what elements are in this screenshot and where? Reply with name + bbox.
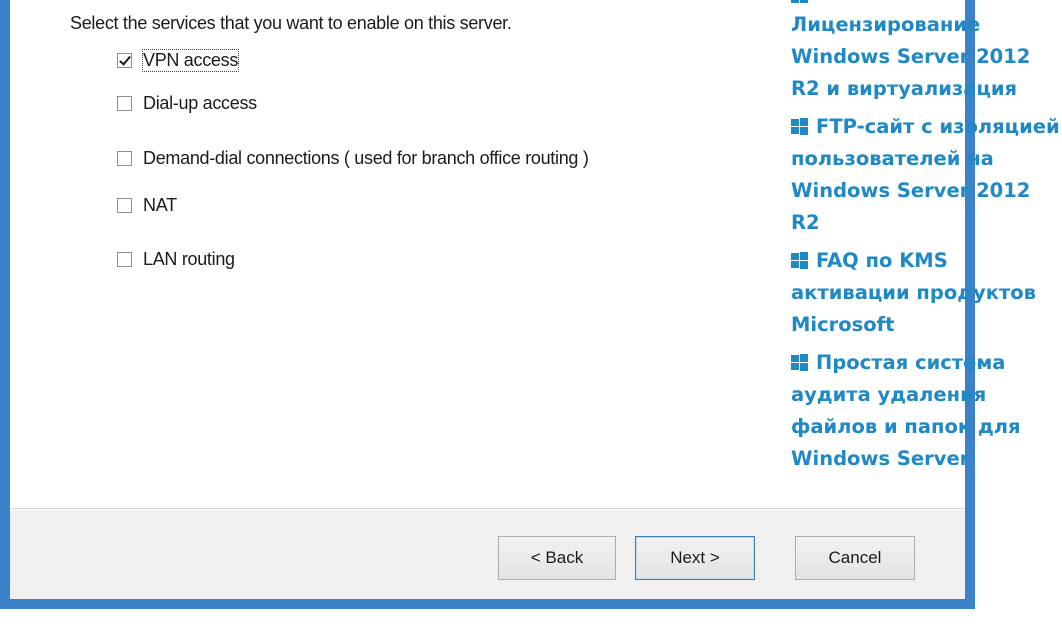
link-text: Простая система аудита удаления файлов и…	[791, 351, 1021, 470]
windows-logo-icon	[791, 354, 809, 371]
related-articles-sidebar: Лицензирование Windows Server 2012 R2 и …	[782, 0, 1062, 481]
demand-dial-checkbox[interactable]	[117, 150, 132, 166]
option-label: Dial-up access	[143, 92, 257, 113]
sidebar-link-ftp-isolation[interactable]: FTP-сайт с изоляцией пользователей на Wi…	[791, 111, 1062, 239]
back-button[interactable]: < Back	[498, 536, 616, 580]
windows-logo-icon	[791, 252, 809, 269]
option-nat[interactable]: NAT	[117, 192, 177, 218]
instruction-text: Select the services that you want to ena…	[70, 13, 512, 33]
cancel-button[interactable]: Cancel	[795, 536, 915, 580]
option-lan-routing[interactable]: LAN routing	[117, 246, 235, 272]
option-dial-up-access[interactable]: Dial-up access	[117, 90, 257, 116]
option-label: Demand-dial connections ( used for branc…	[143, 147, 589, 168]
option-label: VPN access	[141, 48, 240, 72]
sidebar-link-kms-faq[interactable]: FAQ по KMS активации продуктов Microsoft	[791, 245, 1062, 341]
windows-logo-icon	[791, 118, 809, 135]
next-button[interactable]: Next >	[635, 536, 755, 580]
link-text: FAQ по KMS активации продуктов Microsoft	[791, 249, 1036, 336]
nat-checkbox[interactable]	[117, 197, 132, 213]
dial-up-access-checkbox[interactable]	[117, 95, 132, 111]
lan-routing-checkbox[interactable]	[117, 251, 132, 267]
option-demand-dial[interactable]: Demand-dial connections ( used for branc…	[117, 145, 589, 171]
link-text: FTP-сайт с изоляцией пользователей на Wi…	[791, 115, 1060, 234]
option-label: NAT	[143, 194, 177, 215]
option-vpn-access[interactable]: VPN access	[117, 47, 240, 73]
option-label: LAN routing	[143, 248, 235, 269]
vpn-access-checkbox[interactable]	[117, 52, 132, 68]
link-text: Лицензирование Windows Server 2012 R2 и …	[791, 13, 1031, 100]
sidebar-link-audit[interactable]: Простая система аудита удаления файлов и…	[791, 347, 1062, 475]
separator-highlight	[10, 509, 965, 510]
sidebar-link-licensing[interactable]: Лицензирование Windows Server 2012 R2 и …	[791, 9, 1062, 105]
